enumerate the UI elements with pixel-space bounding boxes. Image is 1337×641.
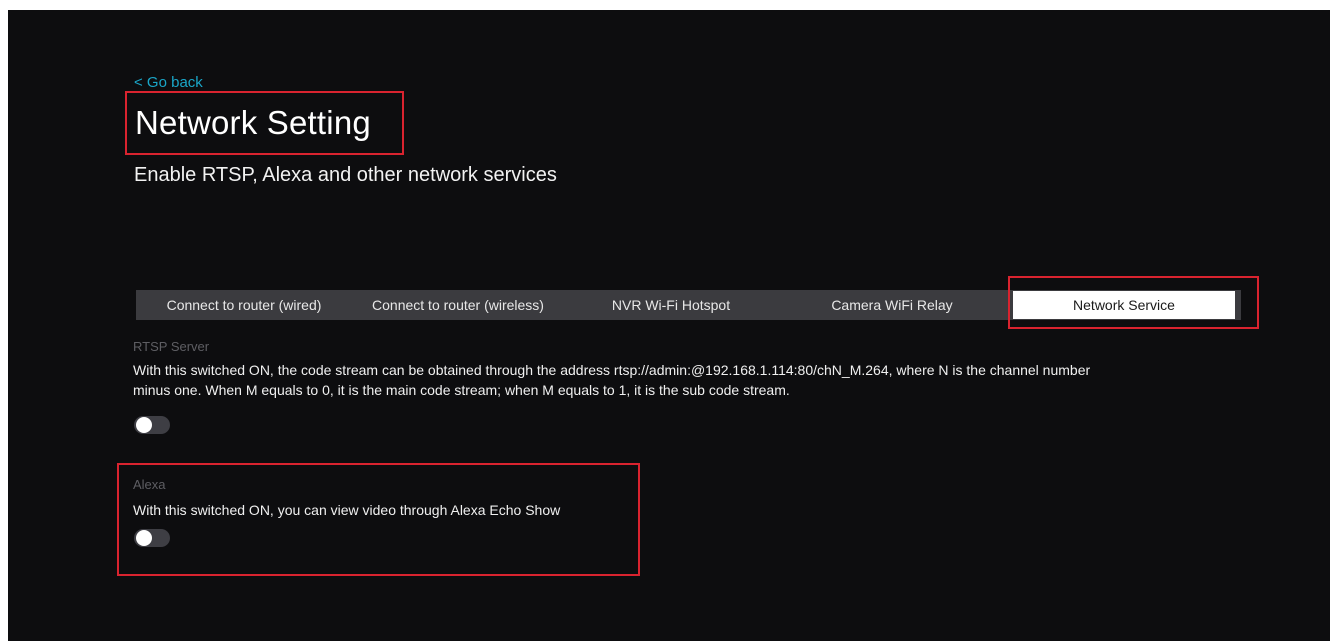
page-subtitle: Enable RTSP, Alexa and other network ser… <box>134 164 557 186</box>
title-highlight-box <box>125 91 404 155</box>
rtsp-toggle-knob <box>136 417 152 433</box>
rtsp-toggle[interactable] <box>134 416 170 434</box>
app-screen: < Go back Network Setting Enable RTSP, A… <box>8 10 1330 641</box>
network-service-highlight-box <box>1008 276 1259 329</box>
tab-nvr-wifi-hotspot[interactable]: NVR Wi-Fi Hotspot <box>564 290 778 320</box>
rtsp-section-label: RTSP Server <box>133 339 210 354</box>
tab-camera-wifi-relay[interactable]: Camera WiFi Relay <box>778 290 1006 320</box>
rtsp-description-line-1: With this switched ON, the code stream c… <box>133 362 1091 378</box>
rtsp-description-line-2: minus one. When M equals to 0, it is the… <box>133 382 790 398</box>
alexa-highlight-box <box>117 463 640 576</box>
go-back-link[interactable]: < Go back <box>134 74 203 91</box>
tab-router-wired[interactable]: Connect to router (wired) <box>136 290 352 320</box>
tab-router-wireless[interactable]: Connect to router (wireless) <box>352 290 564 320</box>
